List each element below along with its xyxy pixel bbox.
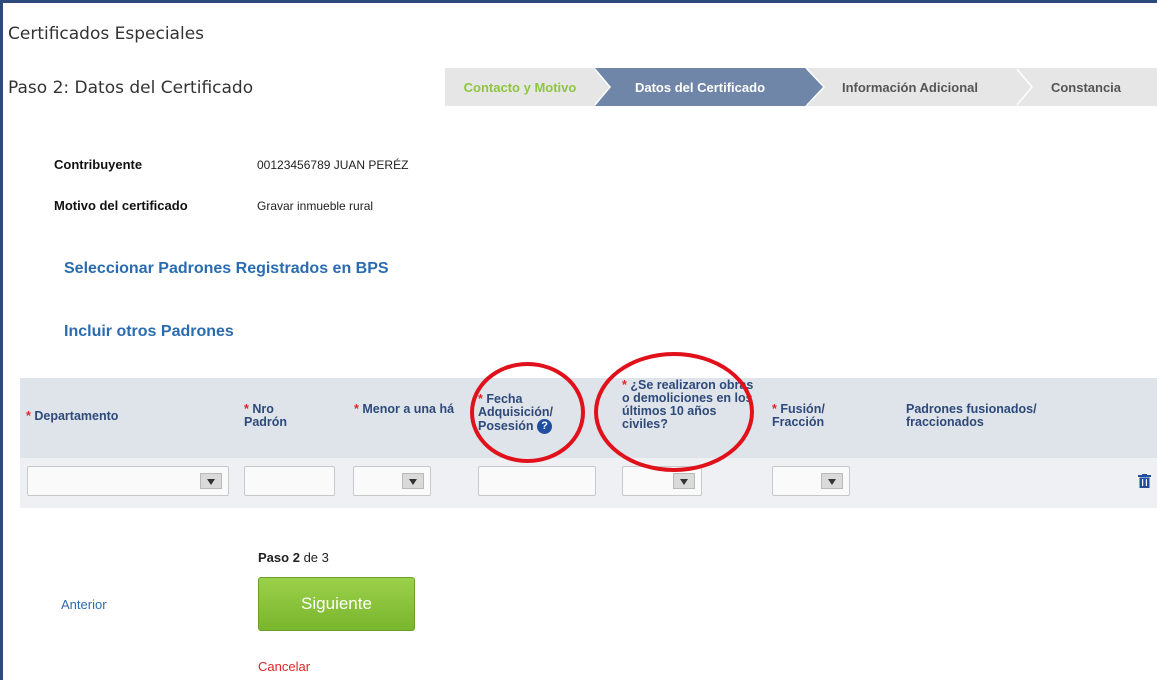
previous-link[interactable]: Anterior [61, 597, 107, 612]
col-departamento-label: Departamento [34, 409, 119, 423]
motivo-label: Motivo del certificado [54, 198, 188, 213]
required-mark: * [354, 402, 359, 416]
nro-padron-input[interactable] [244, 466, 335, 496]
menor-ha-select[interactable] [353, 466, 431, 496]
step-counter-total: de 3 [303, 550, 329, 565]
wizard-step-constancia[interactable]: Constancia [1015, 68, 1157, 106]
select-registered-padrones-link[interactable]: Seleccionar Padrones Registrados en BPS [64, 260, 389, 278]
dropdown-arrow-icon[interactable] [673, 473, 695, 489]
page-title: Certificados Especiales [8, 24, 205, 44]
fusion-select[interactable] [772, 466, 850, 496]
cancel-link[interactable]: Cancelar [258, 659, 310, 674]
contribuyente-label: Contribuyente [54, 157, 143, 172]
col-padrones-fusionados-label: Padrones fusionados/ fraccionados [906, 402, 1037, 429]
departamento-select[interactable] [27, 466, 229, 496]
fecha-adquisicion-input[interactable] [478, 466, 596, 496]
dropdown-arrow-icon[interactable] [821, 473, 843, 489]
wizard-separator [593, 68, 609, 106]
annotation-circle [470, 362, 585, 463]
col-departamento: * Departamento [26, 410, 206, 423]
col-nro-padron-label: Nro Padrón [244, 402, 288, 429]
step-counter-label: Paso [258, 550, 290, 565]
wizard-step-datos[interactable]: Datos del Certificado [595, 68, 805, 106]
step-title: Paso 2: Datos del Certificado [8, 78, 253, 98]
col-menor-ha: * Menor a una há [354, 403, 462, 416]
wizard-step-contacto[interactable]: Contacto y Motivo [445, 68, 595, 106]
wizard-steps: Contacto y Motivo Datos del Certificado … [445, 68, 1157, 106]
contribuyente-value: 00123456789 JUAN PERÉZ [257, 158, 409, 172]
step-name: Datos del Certificado [74, 78, 254, 98]
dropdown-arrow-icon[interactable] [402, 473, 424, 489]
frame-border-left [0, 0, 3, 680]
col-fusion: * Fusión/ Fracción [772, 403, 862, 429]
wizard-separator [805, 68, 823, 106]
annotation-circle [594, 352, 754, 472]
required-mark: * [26, 409, 31, 423]
trash-icon[interactable] [1138, 474, 1151, 488]
step-prefix: Paso 2: [8, 78, 70, 98]
required-mark: * [244, 402, 249, 416]
col-padrones-fusionados: Padrones fusionados/ fraccionados [906, 403, 1086, 429]
step-counter: Paso 2 de 3 [258, 550, 329, 565]
motivo-value: Gravar inmueble rural [257, 199, 374, 213]
col-menor-ha-label: Menor a una há [362, 402, 455, 416]
step-counter-current: 2 [292, 550, 300, 565]
dropdown-arrow-icon[interactable] [200, 473, 222, 489]
frame-border-top [0, 0, 1157, 3]
required-mark: * [772, 402, 777, 416]
wizard-separator [1015, 68, 1031, 106]
col-nro-padron: * Nro Padrón [244, 403, 304, 429]
include-other-padrones-link[interactable]: Incluir otros Padrones [64, 323, 234, 341]
col-fusion-label: Fusión/ Fracción [772, 402, 825, 429]
wizard-step-informacion[interactable]: Información Adicional [805, 68, 1015, 106]
next-button[interactable]: Siguiente [258, 577, 415, 631]
